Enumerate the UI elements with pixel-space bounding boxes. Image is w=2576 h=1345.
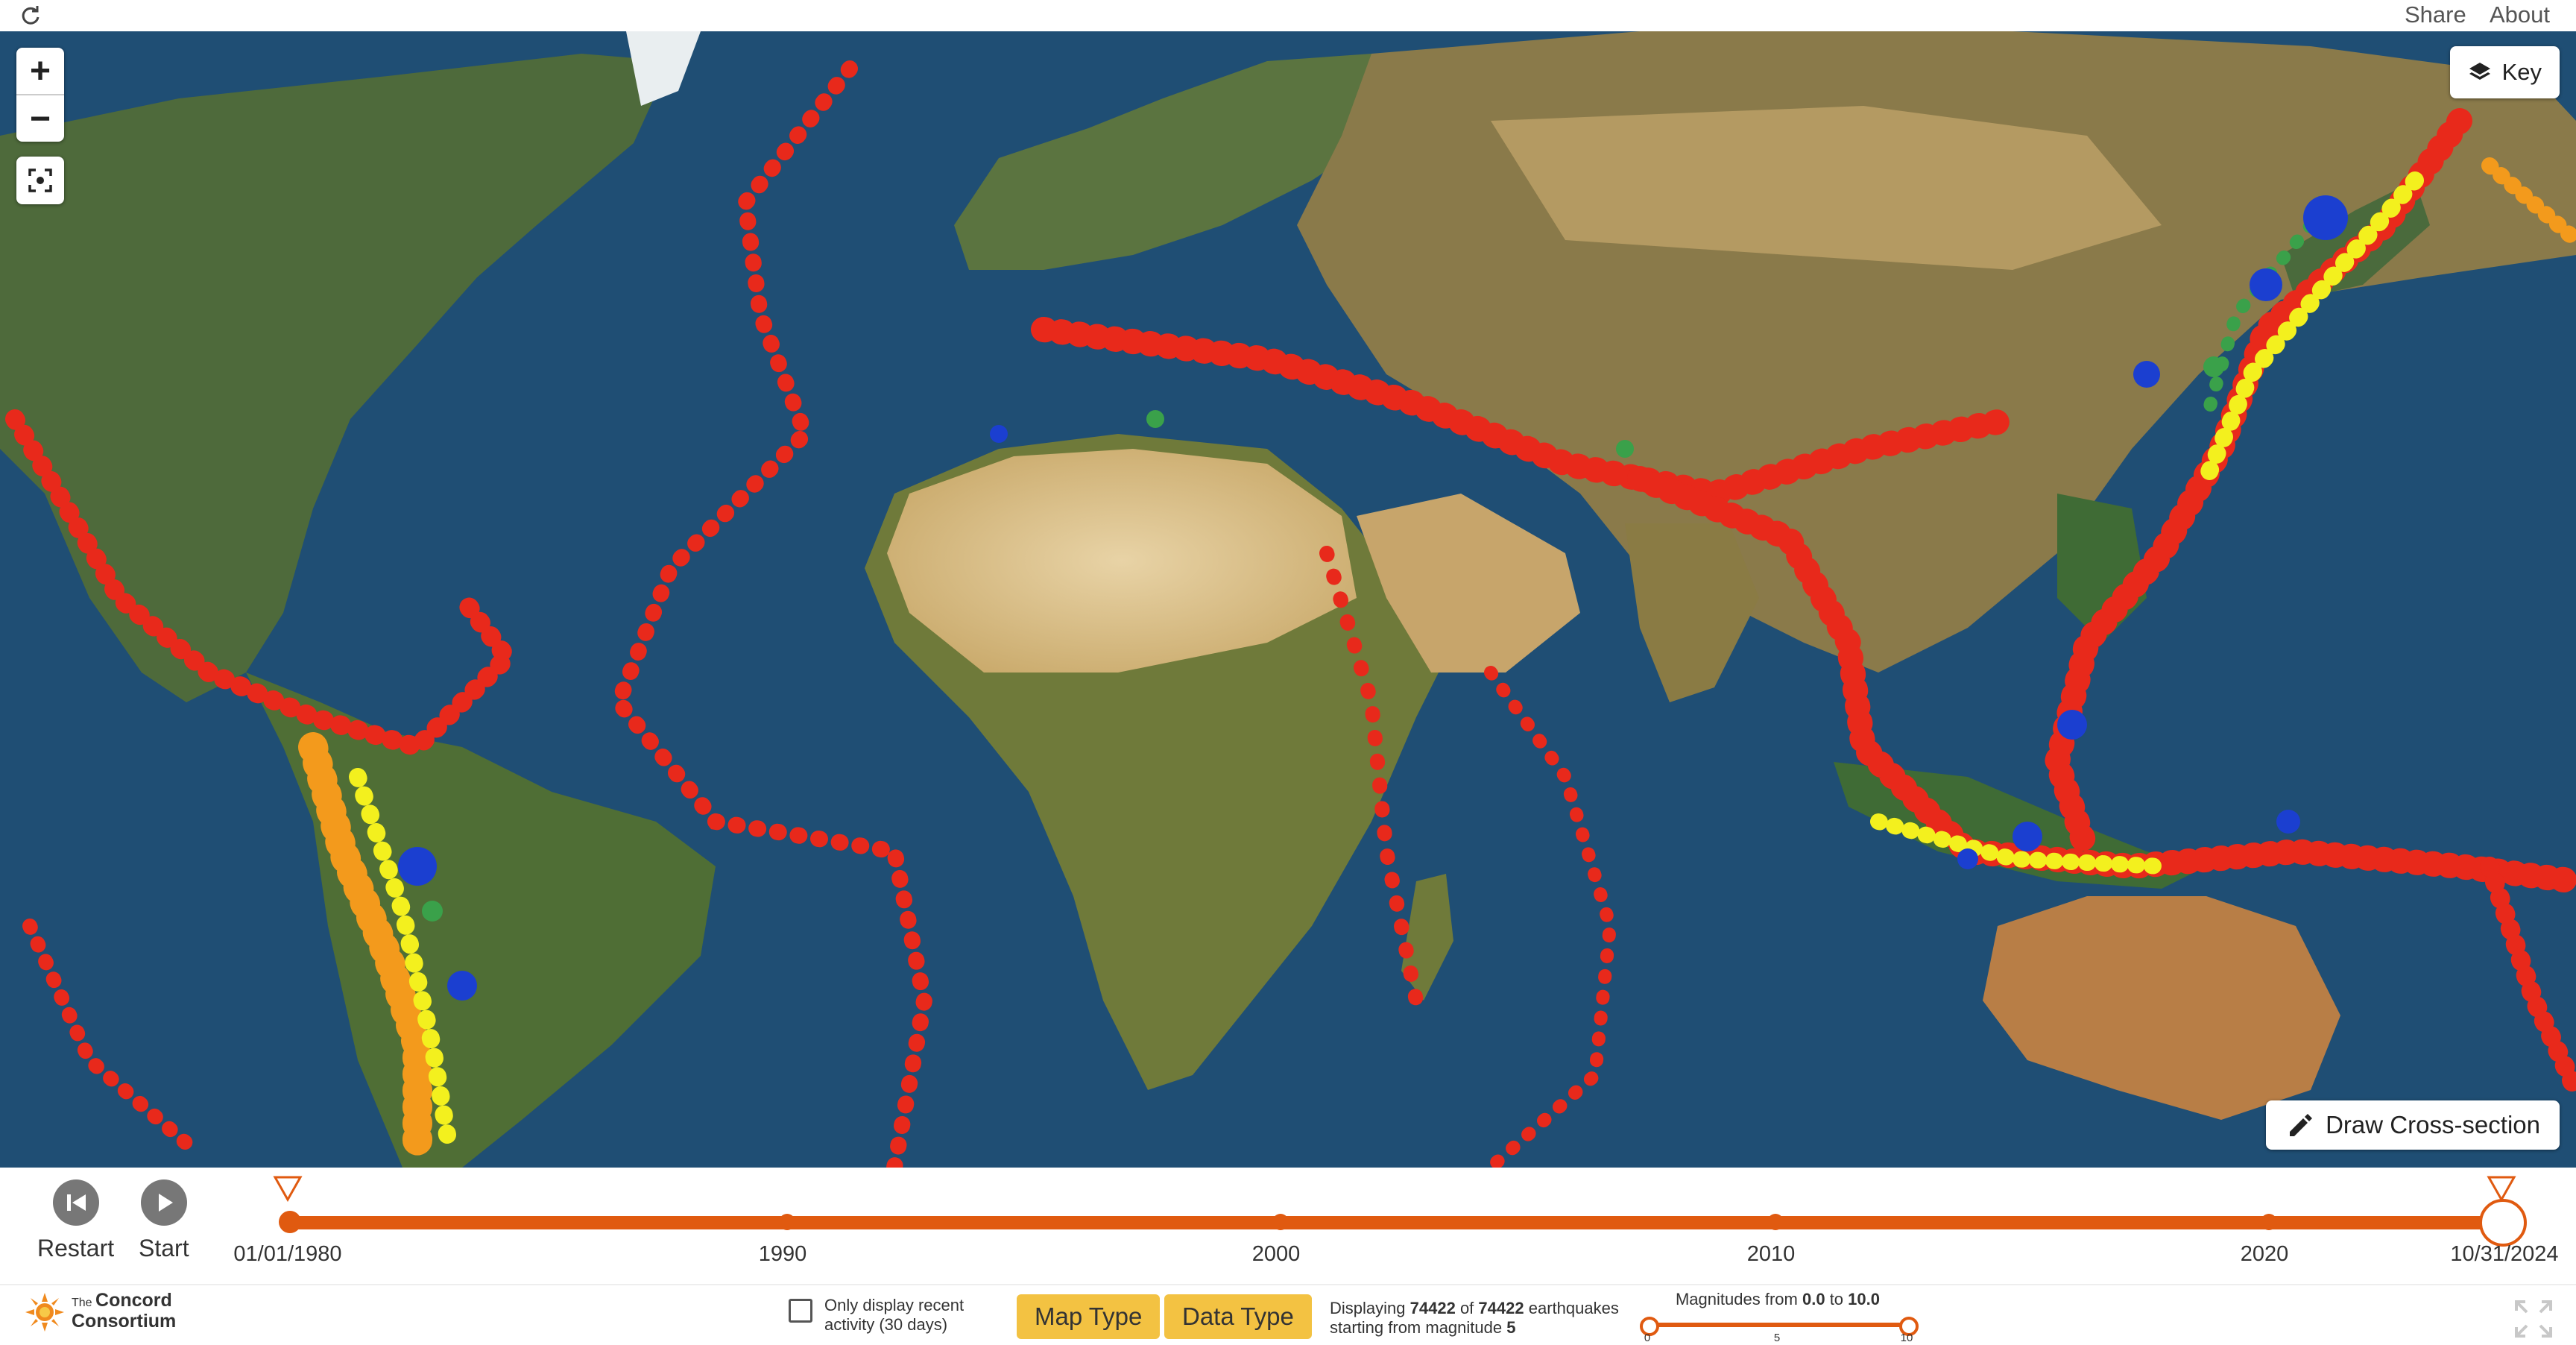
fit-bounds-button[interactable] — [16, 157, 64, 204]
end-marker-icon[interactable] — [2487, 1175, 2516, 1202]
timeline-tick-dot — [2261, 1214, 2277, 1230]
fullscreen-icon — [2515, 1300, 2552, 1338]
total-count: 74422 — [1478, 1299, 1524, 1317]
zoom-out-button[interactable]: − — [16, 94, 64, 142]
concord-consortium-logo[interactable]: The Concord Consortium — [24, 1291, 176, 1333]
timeline-track[interactable] — [291, 1216, 2501, 1229]
magnitude-filter: Magnitudes from 0.0 to 10.0 0 5 10 — [1640, 1290, 1919, 1345]
magnitude-tick: 0 — [1644, 1332, 1651, 1344]
zoom-controls: + − — [16, 48, 64, 142]
timeline-tick-label: 2000 — [1251, 1242, 1301, 1266]
magnitude-tick: 5 — [1773, 1332, 1781, 1344]
timeline-end-date: 10/31/2024 — [2450, 1242, 2559, 1266]
timeline-panel: Restart Start 01/01/1980 1990 2000 2010 … — [0, 1168, 2576, 1284]
key-button[interactable]: Key — [2449, 46, 2560, 98]
recent-activity-label: Only display recent activity (30 days) — [824, 1296, 965, 1334]
display-status: Displaying 74422 of 74422 earthquakes st… — [1330, 1299, 1619, 1337]
start-label: Start — [139, 1235, 189, 1261]
restart-button[interactable]: Restart — [37, 1179, 114, 1262]
draw-cross-section-button[interactable]: Draw Cross-section — [2266, 1100, 2560, 1150]
data-type-button[interactable]: Data Type — [1164, 1294, 1312, 1339]
fullscreen-button[interactable] — [2513, 1299, 2554, 1343]
magnitude-from: 0.0 — [1802, 1290, 1825, 1308]
start-button[interactable]: Start — [139, 1179, 189, 1262]
key-label: Key — [2501, 59, 2542, 85]
bottom-bar: The Concord Consortium Only display rece… — [0, 1284, 2576, 1345]
map-basemap — [0, 31, 2576, 1168]
timeline-tick-dot — [1272, 1214, 1289, 1230]
displayed-count: 74422 — [1409, 1299, 1456, 1317]
recent-activity-toggle: Only display recent activity (30 days) — [789, 1296, 988, 1335]
logo-concord: Concord — [95, 1290, 172, 1311]
timeline-tick-label: 2020 — [2240, 1242, 2289, 1266]
timeline-start-date: 01/01/1980 — [233, 1242, 342, 1266]
timeline-tick-dot — [779, 1214, 795, 1230]
map-type-button[interactable]: Map Type — [1017, 1294, 1161, 1339]
magnitude-tick: 10 — [1900, 1332, 1913, 1344]
logo-the: The — [72, 1297, 92, 1309]
timeline-tick-label: 2010 — [1746, 1242, 1796, 1266]
timeline-tick-label: 1990 — [758, 1242, 807, 1266]
reload-icon — [22, 6, 40, 25]
start-magnitude: 5 — [1506, 1318, 1516, 1337]
magnitude-track[interactable] — [1647, 1323, 1907, 1327]
timeline-start-handle[interactable] — [279, 1211, 301, 1233]
logo-consortium: Consortium — [72, 1311, 177, 1332]
play-icon — [158, 1194, 173, 1212]
earthquake-map[interactable]: + − Key Draw Cross-section — [0, 31, 2576, 1168]
magnitude-to: 10.0 — [1848, 1290, 1880, 1308]
zoom-in-button[interactable]: + — [16, 48, 64, 94]
sun-logo-icon — [25, 1293, 64, 1332]
restart-label: Restart — [37, 1235, 115, 1261]
draw-cross-section-label: Draw Cross-section — [2326, 1111, 2540, 1138]
restart-icon — [66, 1194, 86, 1211]
about-link[interactable]: About — [2490, 1, 2550, 28]
recent-activity-checkbox[interactable] — [789, 1299, 812, 1323]
reload-button[interactable] — [18, 3, 43, 28]
start-marker-icon[interactable] — [273, 1175, 303, 1202]
magnitude-label: Magnitudes from 0.0 to 10.0 — [1675, 1290, 1880, 1308]
timeline-tick-dot — [1767, 1214, 1784, 1230]
fit-bounds-icon — [28, 168, 52, 192]
share-link[interactable]: Share — [2405, 1, 2466, 28]
top-bar: Share About — [0, 0, 2576, 31]
layers-icon — [2469, 63, 2490, 80]
pencil-icon — [2290, 1114, 2313, 1136]
timeline-end-handle[interactable] — [2479, 1199, 2527, 1247]
